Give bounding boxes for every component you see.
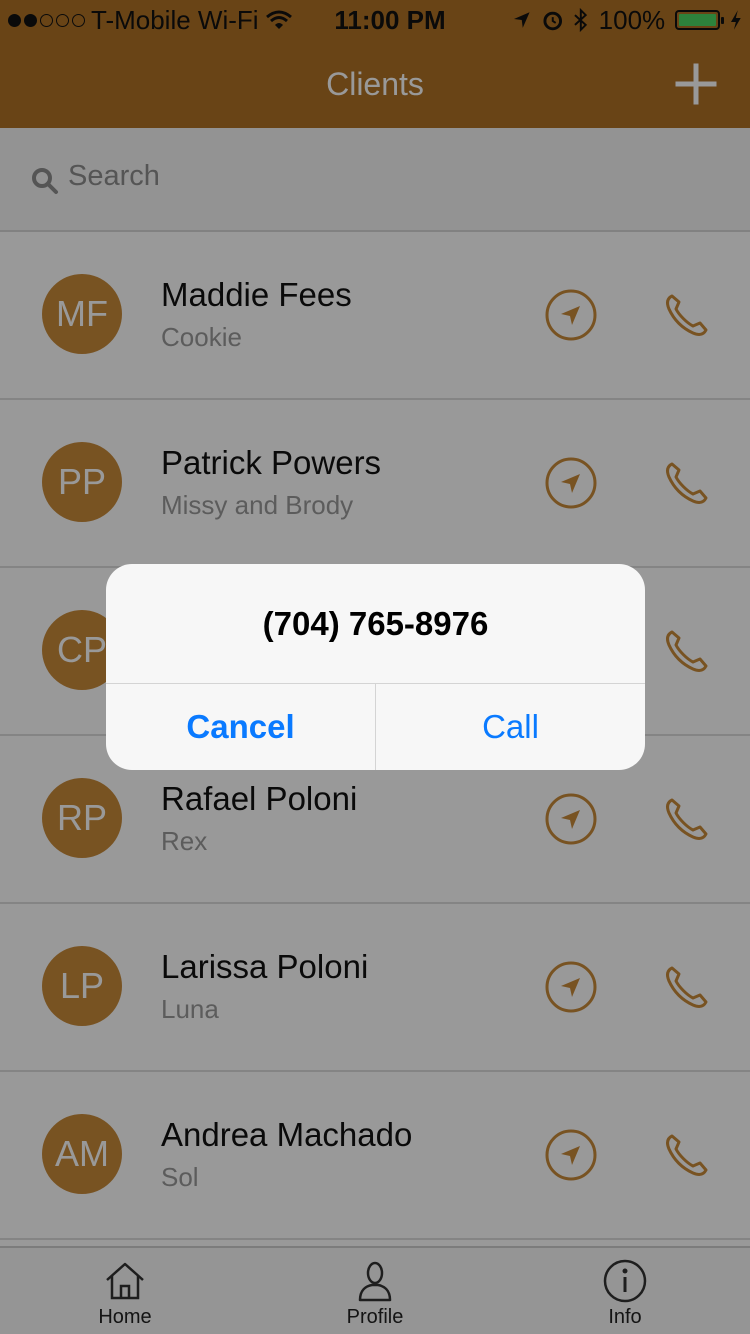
phone-number: (704) 765-8976: [106, 564, 645, 684]
call-button[interactable]: Call: [376, 684, 645, 770]
call-alert-dialog: (704) 765-8976 Cancel Call: [106, 564, 645, 770]
cancel-button[interactable]: Cancel: [106, 684, 376, 770]
